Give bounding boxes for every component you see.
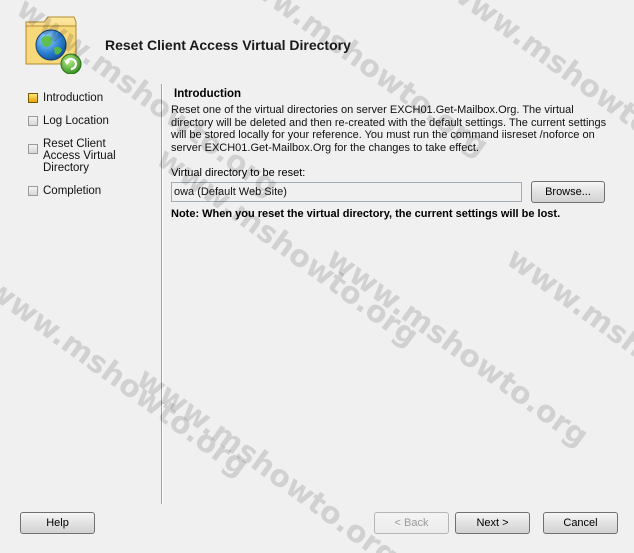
description-text: Reset one of the virtual directories on … (171, 104, 607, 154)
watermark-text: www.mshowto.org (129, 360, 405, 553)
wizard-title: Reset Client Access Virtual Directory (105, 37, 351, 53)
step-log-location: Log Location (27, 115, 157, 127)
next-button[interactable]: Next > (455, 512, 530, 534)
step-active-indicator-icon (28, 93, 38, 103)
step-introduction: Introduction (27, 92, 157, 104)
browse-button[interactable]: Browse... (531, 181, 605, 203)
introduction-panel: Introduction Reset one of the virtual di… (171, 88, 611, 220)
virtual-directory-label: Virtual directory to be reset: (171, 167, 306, 179)
step-label: Log Location (43, 115, 109, 127)
step-label: Introduction (43, 92, 104, 104)
back-button[interactable]: < Back (374, 512, 449, 534)
step-completion: Completion (27, 185, 157, 197)
vertical-divider (161, 84, 163, 504)
globe-folder-reset-icon (25, 16, 82, 74)
step-pending-indicator-icon (28, 116, 38, 126)
step-reset-virtual-directory: Reset Client Access Virtual Directory (27, 138, 145, 174)
watermark-text: www.mshowto.org (499, 240, 634, 455)
step-label: Completion (43, 185, 102, 197)
reset-warning-note: Note: When you reset the virtual directo… (171, 208, 561, 220)
wizard-steps-list: Introduction Log Location Reset Client A… (27, 92, 157, 208)
virtual-directory-row: Browse... (171, 181, 611, 204)
step-pending-indicator-icon (28, 144, 38, 154)
step-label: Reset Client Access Virtual Directory (43, 138, 116, 174)
section-title: Introduction (174, 88, 242, 100)
watermark-text: www.mshowto.org (0, 270, 255, 485)
step-pending-indicator-icon (28, 186, 38, 196)
cancel-button[interactable]: Cancel (543, 512, 618, 534)
wizard-header: Reset Client Access Virtual Directory (0, 0, 634, 78)
virtual-directory-field[interactable] (171, 182, 522, 202)
watermark-text: www.mshowto.org (319, 240, 595, 455)
help-button[interactable]: Help (20, 512, 95, 534)
